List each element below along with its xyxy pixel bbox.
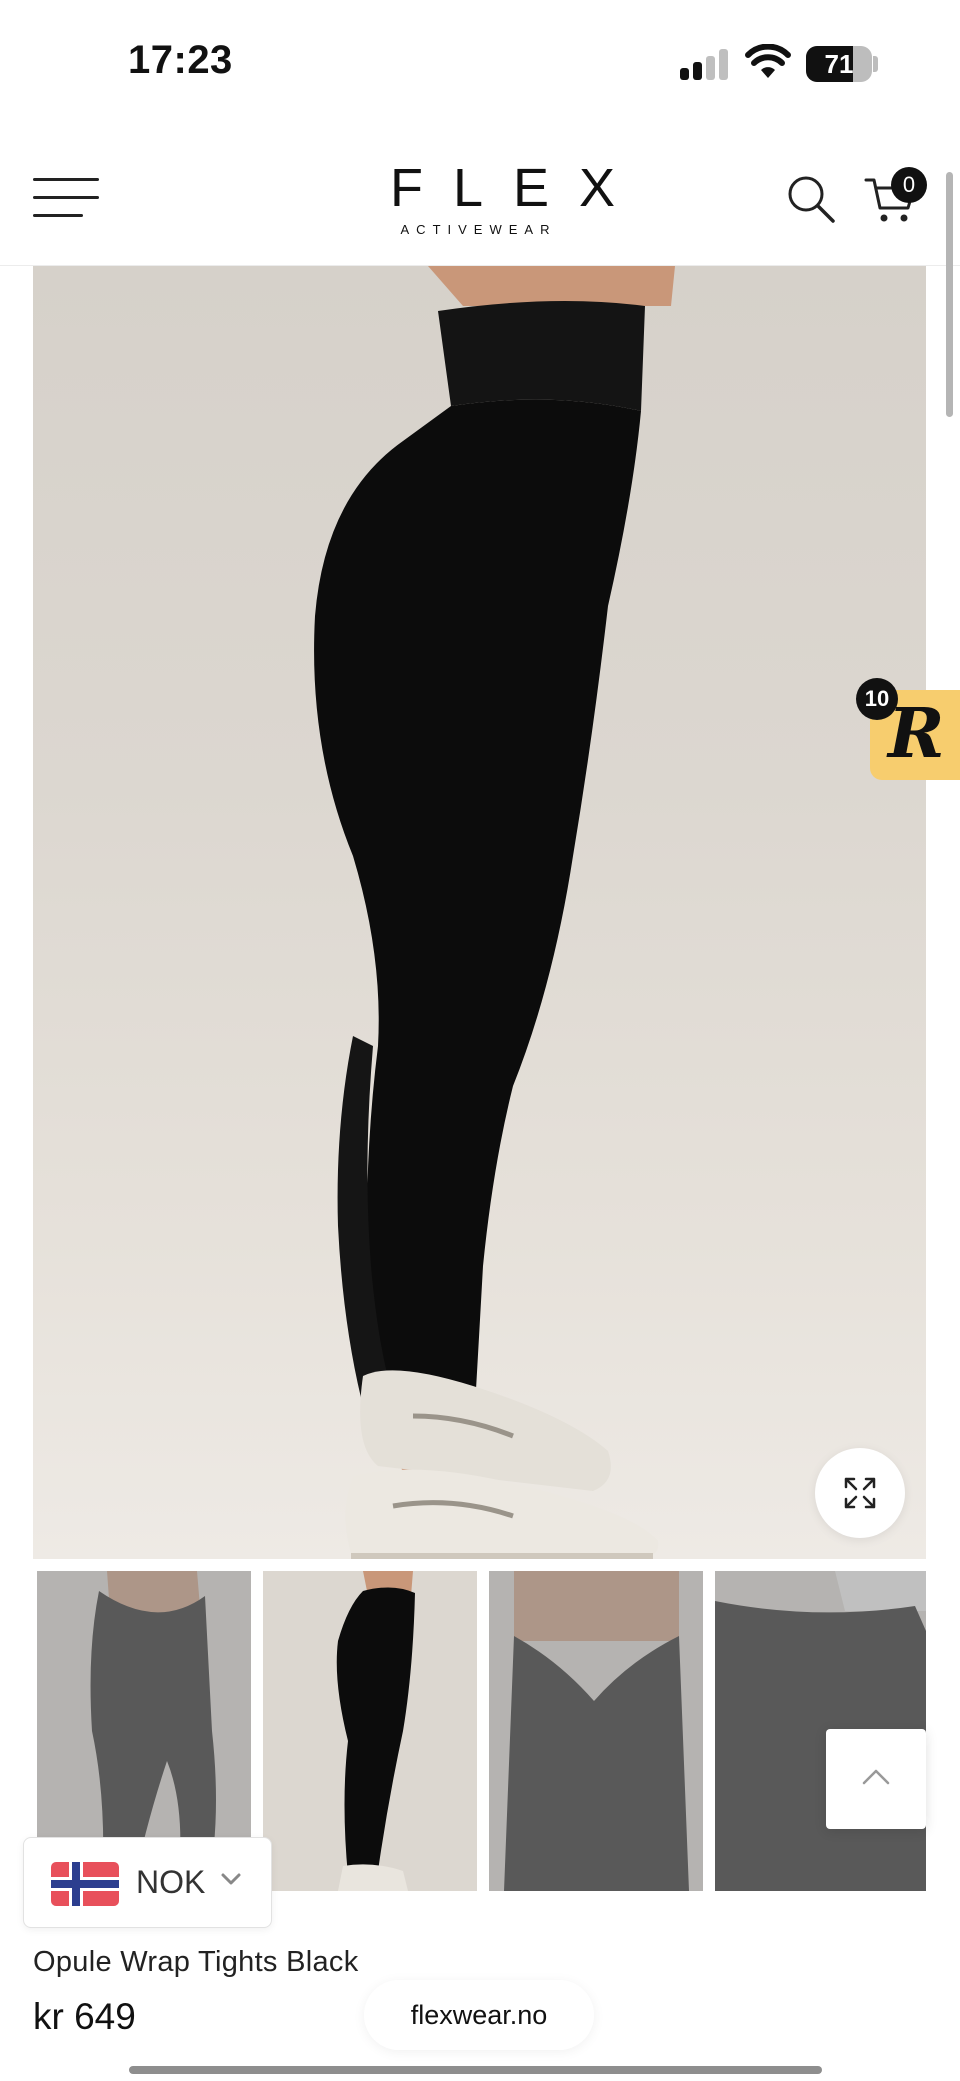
brand-logo[interactable]: FLEX ACTIVEWEAR bbox=[360, 158, 646, 237]
product-title: Opule Wrap Tights Black bbox=[33, 1946, 359, 1978]
battery-tip bbox=[873, 56, 878, 72]
currency-selector[interactable]: NOK bbox=[23, 1837, 272, 1928]
menu-icon-line bbox=[33, 196, 99, 199]
status-bar: 17:23 71 bbox=[0, 0, 960, 130]
battery-icon: 71 bbox=[806, 46, 872, 82]
zoom-button[interactable] bbox=[815, 1448, 905, 1538]
logo-wordmark: FLEX bbox=[390, 158, 646, 218]
site-header: FLEX ACTIVEWEAR bbox=[0, 130, 960, 266]
chevron-down-icon bbox=[221, 1873, 241, 1885]
product-photo bbox=[314, 266, 675, 1559]
search-icon[interactable] bbox=[786, 174, 836, 224]
browser-address-bar[interactable]: flexwear.no bbox=[364, 1980, 594, 2050]
norway-flag-icon bbox=[51, 1862, 119, 1906]
wifi-icon bbox=[745, 44, 791, 78]
status-time: 17:23 bbox=[128, 38, 233, 82]
cellular-signal-icon bbox=[680, 48, 730, 80]
battery-percent: 71 bbox=[824, 49, 854, 79]
menu-button[interactable] bbox=[33, 178, 101, 218]
back-to-top-button[interactable] bbox=[826, 1729, 926, 1829]
expand-icon bbox=[844, 1477, 876, 1509]
menu-icon-line bbox=[33, 178, 99, 181]
gallery-thumbnail[interactable] bbox=[489, 1571, 703, 1891]
page-scrollbar[interactable] bbox=[946, 172, 953, 417]
cart-count-badge: 0 bbox=[891, 167, 927, 203]
logo-tagline: ACTIVEWEAR bbox=[400, 222, 557, 237]
rewards-count-badge: 10 bbox=[856, 678, 898, 720]
menu-icon-line bbox=[33, 214, 83, 217]
product-main-image[interactable] bbox=[33, 266, 926, 1559]
gallery-thumbnail-active[interactable] bbox=[263, 1571, 477, 1891]
home-indicator[interactable] bbox=[129, 2066, 822, 2074]
currency-code: NOK bbox=[136, 1864, 206, 1900]
product-price: kr 649 bbox=[33, 1996, 136, 2037]
thumbnail-overlay bbox=[489, 1571, 703, 1891]
thumbnail-photo bbox=[263, 1571, 477, 1891]
chevron-up-icon bbox=[862, 1769, 890, 1785]
